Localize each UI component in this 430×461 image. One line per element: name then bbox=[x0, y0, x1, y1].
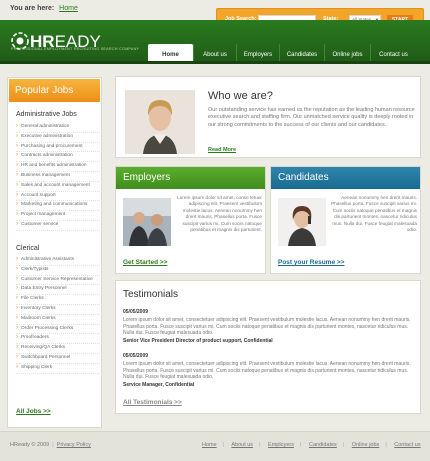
job-link[interactable]: Customer service bbox=[16, 220, 106, 231]
testimonial-author: Service Manager, Confidential bbox=[123, 382, 195, 388]
candidates-photo bbox=[278, 198, 326, 246]
section-clerical: Clerical bbox=[16, 245, 40, 252]
post-resume-link[interactable]: Post your Resume >> bbox=[278, 259, 344, 266]
clerical-job-list: Administrative Assistants Clerk/Typists … bbox=[16, 255, 106, 374]
staff-photo bbox=[125, 90, 195, 154]
who-title: Who we are? bbox=[208, 90, 273, 102]
sidebar-title: Popular Jobs bbox=[15, 85, 74, 96]
job-link[interactable]: Shipping Clerk bbox=[16, 363, 106, 374]
job-link[interactable]: Inventory Clerks bbox=[16, 304, 106, 315]
job-link[interactable]: Proofreaders bbox=[16, 333, 106, 345]
job-link[interactable]: Order Processing Clerks bbox=[16, 324, 106, 335]
employers-header: Employers bbox=[116, 167, 265, 189]
who-text: Our outstanding service has earned us th… bbox=[208, 107, 415, 128]
privacy-policy-link[interactable]: Privacy Policy bbox=[57, 442, 91, 448]
job-link[interactable]: Marketing and communications bbox=[16, 200, 106, 212]
job-link[interactable]: Purchasing and procurement bbox=[16, 142, 106, 153]
site-header: HREADY PROFESSIONAL EMPLOYMENT RECRUITIN… bbox=[0, 20, 430, 64]
site-footer: HReady © 2009 | Privacy Policy Home | About… bbox=[0, 431, 430, 461]
breadcrumb: You are here: Home bbox=[10, 5, 78, 12]
testimonial-date: 05/05/2009 bbox=[123, 309, 149, 315]
job-link[interactable]: Project management bbox=[16, 210, 106, 221]
testimonials-title: Testimonials bbox=[123, 289, 179, 300]
all-jobs-link[interactable]: All Jobs >> bbox=[16, 408, 51, 415]
nav-contact[interactable]: Contact us bbox=[370, 44, 416, 64]
copyright-text: HReady © 2009 bbox=[10, 442, 50, 448]
nav-candidates[interactable]: Candidates bbox=[279, 44, 324, 64]
candidates-panel: Candidates Aenean nonummy hen drerit mau… bbox=[270, 166, 421, 274]
main-nav: Home About us Employers Candidates Onlin… bbox=[148, 44, 416, 64]
testimonials-panel: Testimonials 05/05/2009 Lorem ipsum dolo… bbox=[115, 280, 421, 414]
footer-link-candidates[interactable]: Candidates bbox=[309, 442, 337, 448]
job-link[interactable]: Mailroom Clerks bbox=[16, 314, 106, 325]
nav-employers[interactable]: Employers bbox=[236, 44, 279, 64]
employers-photo bbox=[123, 198, 171, 246]
job-link[interactable]: HR and benefits administration bbox=[16, 161, 106, 172]
breadcrumb-home-link[interactable]: Home bbox=[59, 5, 78, 12]
nav-about[interactable]: About us bbox=[193, 44, 236, 64]
footer-copyright: HReady © 2009 | Privacy Policy bbox=[10, 442, 91, 448]
employers-title: Employers bbox=[123, 172, 171, 183]
candidates-header: Candidates bbox=[271, 167, 420, 189]
job-link[interactable]: Clerk/Typists bbox=[16, 265, 106, 276]
footer-nav: Home | About us | Employers | Candidates | O… bbox=[202, 442, 421, 448]
testimonial-body: Lorem ipsum dolor sit amet, consectetuer… bbox=[123, 317, 411, 337]
footer-link-home[interactable]: Home bbox=[202, 442, 217, 448]
footer-link-employers[interactable]: Employers bbox=[268, 442, 294, 448]
sidebar-header: Popular Jobs bbox=[9, 79, 100, 102]
job-link[interactable]: File Clerks bbox=[16, 294, 106, 305]
job-link[interactable]: General administration bbox=[16, 122, 106, 133]
site-tagline: PROFESSIONAL EMPLOYMENT RECRUITING SEARC… bbox=[11, 47, 140, 51]
section-administrative: Administrative Jobs bbox=[16, 111, 77, 118]
testimonial-body: Lorem ipsum dolor sit amet, consectetuer… bbox=[123, 361, 411, 381]
job-link[interactable]: Receiving/QA Clerks bbox=[16, 343, 106, 354]
footer-link-online-jobs[interactable]: Online jobs bbox=[352, 442, 380, 448]
nav-online-jobs[interactable]: Online jobs bbox=[324, 44, 370, 64]
job-link[interactable]: Sales and account management bbox=[16, 181, 106, 192]
candidates-text: Aenean nonummy hen drerit mauris. Phasel… bbox=[331, 195, 417, 233]
job-link[interactable]: Executive administration bbox=[16, 132, 106, 143]
footer-link-about[interactable]: About us bbox=[231, 442, 253, 448]
employers-text: Lorem ipsum dolor sit amet, conse tetuer… bbox=[177, 195, 262, 233]
job-link[interactable]: Switchboard Personnel bbox=[16, 353, 106, 364]
popular-jobs-sidebar: Popular Jobs Administrative Jobs General… bbox=[7, 77, 106, 428]
breadcrumb-label: You are here: bbox=[10, 5, 55, 12]
testimonial-author: Senior Vice President Director of produc… bbox=[123, 338, 273, 344]
job-link[interactable]: Business management bbox=[16, 171, 106, 182]
job-link[interactable]: Contracts administration bbox=[16, 151, 106, 163]
nav-home[interactable]: Home bbox=[148, 44, 193, 64]
employers-panel: Employers Lorem ipsum dolor sit amet, co… bbox=[115, 166, 266, 274]
job-link[interactable]: Administrative Assistants bbox=[16, 255, 106, 266]
all-testimonials-link[interactable]: All Testimonials >> bbox=[123, 399, 182, 406]
job-link[interactable]: Customer Service Representative bbox=[16, 275, 106, 286]
get-started-link[interactable]: Get Started >> bbox=[123, 259, 167, 266]
job-link[interactable]: Data Entry Personnel bbox=[16, 284, 106, 296]
administrative-job-list: General administration Executive adminis… bbox=[16, 122, 106, 231]
footer-link-contact[interactable]: Contact us bbox=[394, 442, 420, 448]
page-body: Popular Jobs Administrative Jobs General… bbox=[0, 64, 430, 431]
candidates-title: Candidates bbox=[278, 172, 329, 183]
testimonial-date: 05/05/2009 bbox=[123, 353, 149, 359]
who-we-are-panel: Who we are? Our outstanding service has … bbox=[115, 76, 421, 158]
job-link[interactable]: Account support bbox=[16, 191, 106, 202]
read-more-link[interactable]: Read More bbox=[208, 147, 236, 153]
